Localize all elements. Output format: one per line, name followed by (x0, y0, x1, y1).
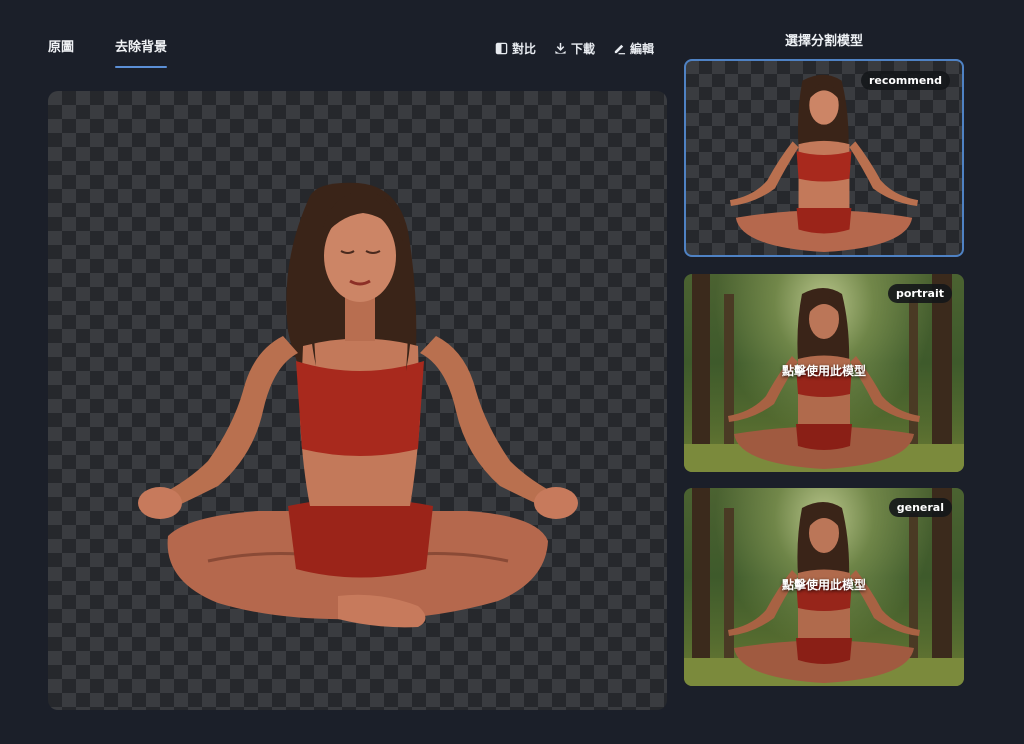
tab-remove-background[interactable]: 去除背景 (115, 36, 168, 68)
result-canvas[interactable] (48, 91, 667, 710)
model-badge-portrait: portrait (888, 284, 952, 303)
tab-original[interactable]: 原圖 (48, 36, 74, 68)
use-model-hint: 點擊使用此模型 (781, 364, 866, 378)
download-icon (555, 42, 566, 54)
model-card-recommend[interactable]: recommend (684, 59, 964, 257)
edit-button[interactable]: 編輯 (613, 40, 654, 57)
download-button[interactable]: 下載 (554, 40, 595, 57)
download-label: 下載 (570, 42, 595, 56)
compare-icon (495, 42, 508, 55)
model-panel-title: 選擇分割模型 (784, 34, 863, 49)
model-thumbnail (729, 74, 919, 253)
edit-label: 編輯 (629, 42, 654, 56)
model-card-general[interactable]: general 點擊使用此模型 (684, 488, 964, 686)
cutout-image (138, 182, 578, 628)
background-removal-app: 原圖 去除背景 對比 下載 編輯 選擇分割模型 recommend portra… (0, 0, 1024, 744)
model-card-portrait[interactable]: portrait 點擊使用此模型 (684, 274, 964, 472)
compare-label: 對比 (511, 42, 536, 56)
edit-icon (614, 44, 626, 55)
toolbar: 對比 下載 編輯 (495, 40, 654, 57)
use-model-hint: 點擊使用此模型 (781, 578, 866, 592)
compare-button[interactable]: 對比 (495, 40, 536, 57)
model-badge-general: general (888, 498, 952, 517)
model-badge-recommend: recommend (860, 71, 950, 90)
